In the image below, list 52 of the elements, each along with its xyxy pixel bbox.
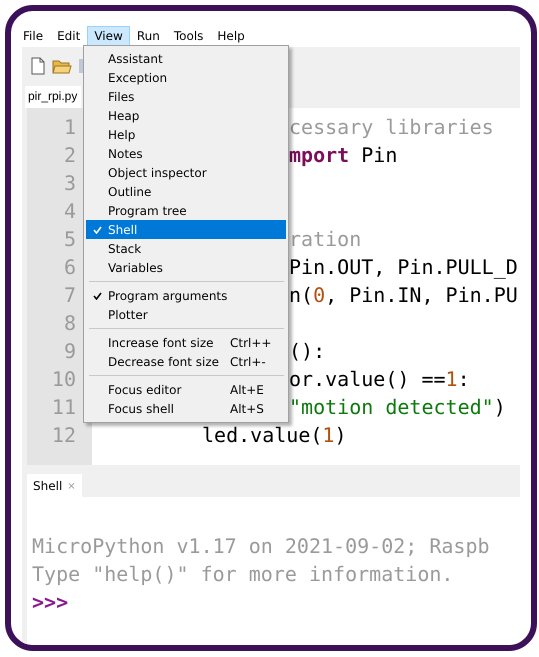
- line-number: 11: [52, 395, 76, 419]
- code-line: or.value() ==1:: [289, 367, 470, 391]
- menu-item[interactable]: View: [87, 26, 130, 46]
- code-line: Pin.OUT, Pin.PULL_D: [289, 255, 518, 279]
- line-number: 5: [64, 227, 76, 251]
- code-line: mport Pin: [289, 143, 398, 167]
- line-number: 8: [64, 311, 76, 335]
- menu-item[interactable]: File: [22, 26, 50, 46]
- menu-entry[interactable]: Program arguments: [86, 286, 286, 305]
- menu-entry[interactable]: Increase font size Ctrl++: [86, 333, 286, 352]
- menu-item[interactable]: Tools: [166, 26, 210, 46]
- shell-prompt: >>>: [32, 590, 68, 614]
- menu-entry[interactable]: Program tree: [86, 201, 286, 220]
- menu-entry[interactable]: Heap: [86, 106, 286, 125]
- shell-output: MicroPython v1.17 on 2021-09-02; Raspb: [32, 534, 490, 558]
- shell-output: Type "help()" for more information.: [32, 562, 454, 586]
- menu-entry[interactable]: Shell: [86, 220, 286, 239]
- menu-entry[interactable]: Decrease font size Ctrl+-: [86, 352, 286, 371]
- menu-item[interactable]: Help: [210, 26, 252, 46]
- menu-item[interactable]: Run: [130, 26, 167, 46]
- line-number: 9: [64, 339, 76, 363]
- code-line: ration: [289, 227, 362, 251]
- menu-entry[interactable]: Focus shell Alt+S: [86, 399, 286, 418]
- line-number: 7: [64, 283, 76, 307]
- code-line: ():: [289, 339, 326, 363]
- line-number: 12: [52, 423, 76, 447]
- code-line: "motion detected"): [289, 395, 506, 419]
- menu-entry[interactable]: Plotter: [86, 305, 286, 324]
- line-number: 6: [64, 255, 76, 279]
- code-line: n(0, Pin.IN, Pin.PU: [289, 283, 518, 307]
- menu-entry[interactable]: Stack: [86, 239, 286, 258]
- menu-entry[interactable]: Help: [86, 125, 286, 144]
- line-number: 10: [52, 367, 76, 391]
- editor-tab[interactable]: pir_rpi.py: [25, 86, 82, 108]
- line-number: 3: [64, 171, 76, 195]
- menu-entry[interactable]: Object inspector: [86, 163, 286, 182]
- menu-entry[interactable]: Variables: [86, 258, 286, 277]
- shell-tab[interactable]: Shell ×: [27, 474, 82, 497]
- code-line: led.value(1): [202, 423, 347, 447]
- menu-item[interactable]: Edit: [50, 26, 88, 46]
- line-number: 1: [64, 115, 76, 139]
- checkmark-icon: [92, 226, 102, 234]
- new-file-icon[interactable]: [30, 56, 46, 74]
- line-number: 2: [64, 143, 76, 167]
- menu-entry[interactable]: Notes: [86, 144, 286, 163]
- menu-entry[interactable]: Files: [86, 87, 286, 106]
- menu-entry[interactable]: Assistant: [86, 49, 286, 68]
- menu-entry[interactable]: Outline: [86, 182, 286, 201]
- menu-entry[interactable]: Exception: [86, 68, 286, 87]
- menu-entry[interactable]: Focus editor Alt+E: [86, 380, 286, 399]
- checkmark-icon: [92, 292, 102, 300]
- line-number: 4: [64, 199, 76, 223]
